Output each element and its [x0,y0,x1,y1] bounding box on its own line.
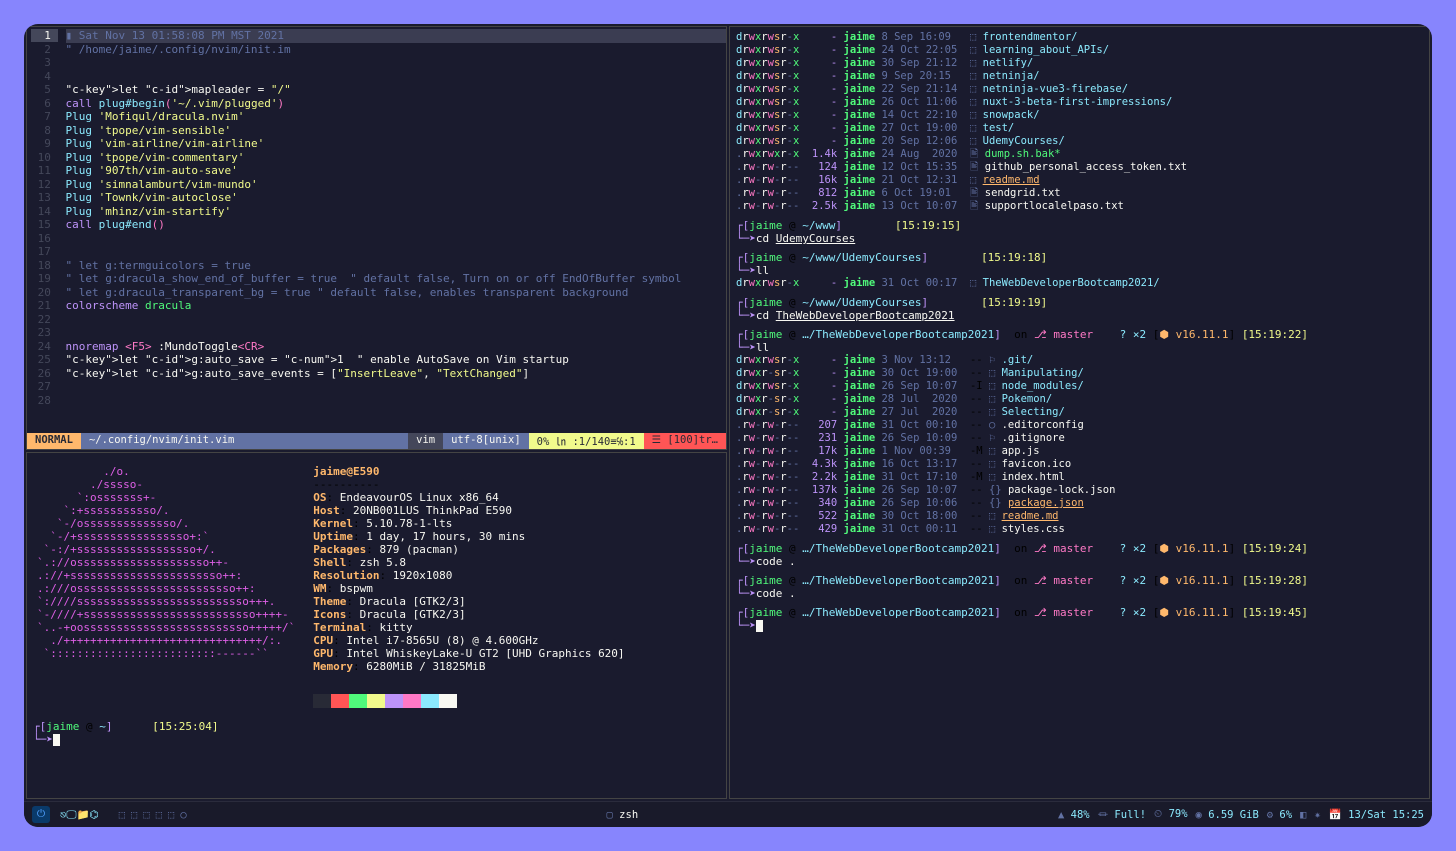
vim-filetype: vim [408,433,443,449]
taskbar-launcher-icon[interactable]: 📁 [76,809,89,821]
vim-encoding: utf-8[unix] [443,433,529,449]
status-widget[interactable]: ◉ 6.59 GiB [1196,809,1259,821]
vim-editor-pane[interactable]: 1 2 3 4 5 6 7 8 9 10 11 12 13 14 15 16 1… [26,26,727,450]
status-widget[interactable]: ⚙ 6% [1267,809,1292,821]
neofetch-terminal-pane[interactable]: ./o. ./sssso- `:osssssss+- `:+ssssssssss… [26,452,727,799]
left-column: 1 2 3 4 5 6 7 8 9 10 11 12 13 14 15 16 1… [26,26,727,799]
workspace-indicator[interactable]: ⬚ [156,809,162,821]
taskbar-center: ▢ zsh [187,809,1058,821]
neofetch-info: jaime@E590 ---------- OS: EndeavourOS Li… [313,465,624,708]
status-widget[interactable]: ◧ [1300,809,1306,821]
vim-body: 1 2 3 4 5 6 7 8 9 10 11 12 13 14 15 16 1… [27,27,726,433]
status-widget[interactable]: ⏲ 79% [1154,808,1188,821]
status-widget[interactable]: ⏛ Full! [1098,807,1146,822]
vim-statusline: NORMAL ~/.config/nvim/init.vim vim utf-8… [27,433,726,449]
vim-trailing: ☰ [100]tr… [644,433,726,449]
taskbar-launcher-icon[interactable]: 🖵 [66,809,76,821]
vim-gutter: 1 2 3 4 5 6 7 8 9 10 11 12 13 14 15 16 1… [27,27,66,433]
status-widget[interactable]: ✷ [1314,809,1320,821]
vim-mode: NORMAL [27,433,81,449]
taskbar: ⏻ ⎋🖵📁⌬ ⬚⬚⬚⬚⬚○ ▢ zsh ▲ 48%⏛ Full!⏲ 79%◉ 6… [24,801,1432,827]
workspace: 1 2 3 4 5 6 7 8 9 10 11 12 13 14 15 16 1… [24,24,1432,801]
workspace-indicator[interactable]: ⬚ [131,809,137,821]
app-icon: ▢ [607,809,613,821]
taskbar-launcher-icon[interactable]: ⌬ [90,809,99,821]
workspace-indicator[interactable]: ⬚ [168,809,174,821]
taskbar-right: ▲ 48% ⏛ Full! ⏲ 79% ◉ 6.59 GiB ⚙ 6% ◧ ✷ 📅 13/… [1058,807,1424,822]
taskbar-left: ⏻ ⎋🖵📁⌬ ⬚⬚⬚⬚⬚○ [32,806,187,823]
start-icon[interactable]: ⏻ [32,806,50,823]
shell-prompt[interactable]: ┌[jaime @ ~] [15:25:04] └─➤ [33,720,720,746]
neofetch-ascii-art: ./o. ./sssso- `:osssssss+- `:+ssssssssss… [37,465,295,708]
vim-filename: ~/.config/nvim/init.vim [81,433,408,449]
workspace-indicator[interactable]: ⬚ [143,809,149,821]
vim-position: 0% ㏑ :1/140≡℅:1 [529,433,644,449]
status-widget[interactable]: ▲ 48% [1058,809,1090,821]
active-app-name: zsh [619,809,638,821]
vim-code[interactable]: ▮ Sat Nov 13 01:58:08 PM MST 2021" /home… [66,27,726,433]
desktop: 1 2 3 4 5 6 7 8 9 10 11 12 13 14 15 16 1… [24,24,1432,827]
status-widget[interactable]: 📅 13/Sat 15:25 [1329,808,1424,821]
workspace-indicator[interactable]: ⬚ [119,809,125,821]
right-terminal-pane[interactable]: drwxrwsr-x - jaime 8 Sep 16:09 ⬚ fronten… [729,26,1430,799]
workspace-switcher[interactable]: ⬚⬚⬚⬚⬚○ [119,809,187,821]
